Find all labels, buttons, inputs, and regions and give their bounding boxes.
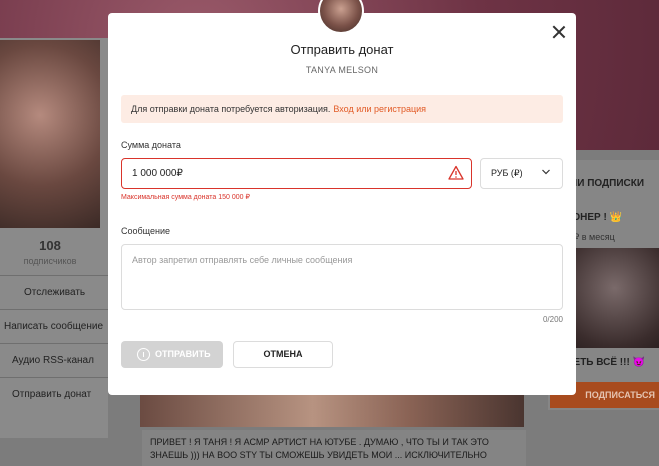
message-counter: 0/200: [542, 315, 563, 324]
amount-input[interactable]: 1 000 000₽: [121, 158, 472, 189]
message-textarea[interactable]: Автор запретил отправлять себе личные со…: [121, 244, 563, 310]
login-register-link[interactable]: Вход или регистрация: [333, 104, 426, 114]
message-label: Сообщение: [121, 226, 170, 236]
write-message-menu-item[interactable]: Написать сообщение: [0, 309, 108, 343]
auth-notice-text: Для отправки доната потребуется авториза…: [131, 104, 331, 114]
close-icon[interactable]: [549, 22, 569, 42]
profile-photo: [0, 40, 100, 228]
amount-label: Сумма доната: [121, 140, 181, 150]
send-button-label: ОТПРАВИТЬ: [155, 349, 211, 359]
amount-error: Максимальная сумма доната 150 000 ₽: [121, 194, 250, 201]
info-icon: [137, 348, 150, 361]
follow-menu-item[interactable]: Отслеживать: [0, 275, 108, 309]
donation-modal: Отправить донат TANYA MELSON Для отправк…: [108, 13, 576, 395]
audio-rss-menu-item[interactable]: Аудио RSS-канал: [0, 343, 108, 377]
send-donation-menu-item[interactable]: Отправить донат: [0, 377, 108, 411]
send-button[interactable]: ОТПРАВИТЬ: [121, 341, 223, 368]
chevron-down-icon[interactable]: [542, 168, 550, 176]
subscriber-label: подписчиков: [23, 256, 77, 266]
post-text: ПРИВЕТ ! Я ТАНЯ ! Я АСМР АРТИСТ НА ЮТУБЕ…: [142, 430, 526, 466]
currency-select[interactable]: РУБ (₽): [480, 158, 563, 189]
auth-notice: Для отправки доната потребуется авториза…: [121, 95, 563, 123]
cancel-button[interactable]: ОТМЕНА: [233, 341, 333, 368]
author-name: TANYA MELSON: [305, 65, 379, 75]
subscriber-count: 108: [39, 238, 61, 253]
post-image: [140, 395, 524, 427]
subscriptions-title: НИ ПОДПИСКИ: [570, 178, 645, 189]
warning-icon: [448, 165, 464, 180]
modal-title: Отправить донат: [290, 42, 394, 57]
